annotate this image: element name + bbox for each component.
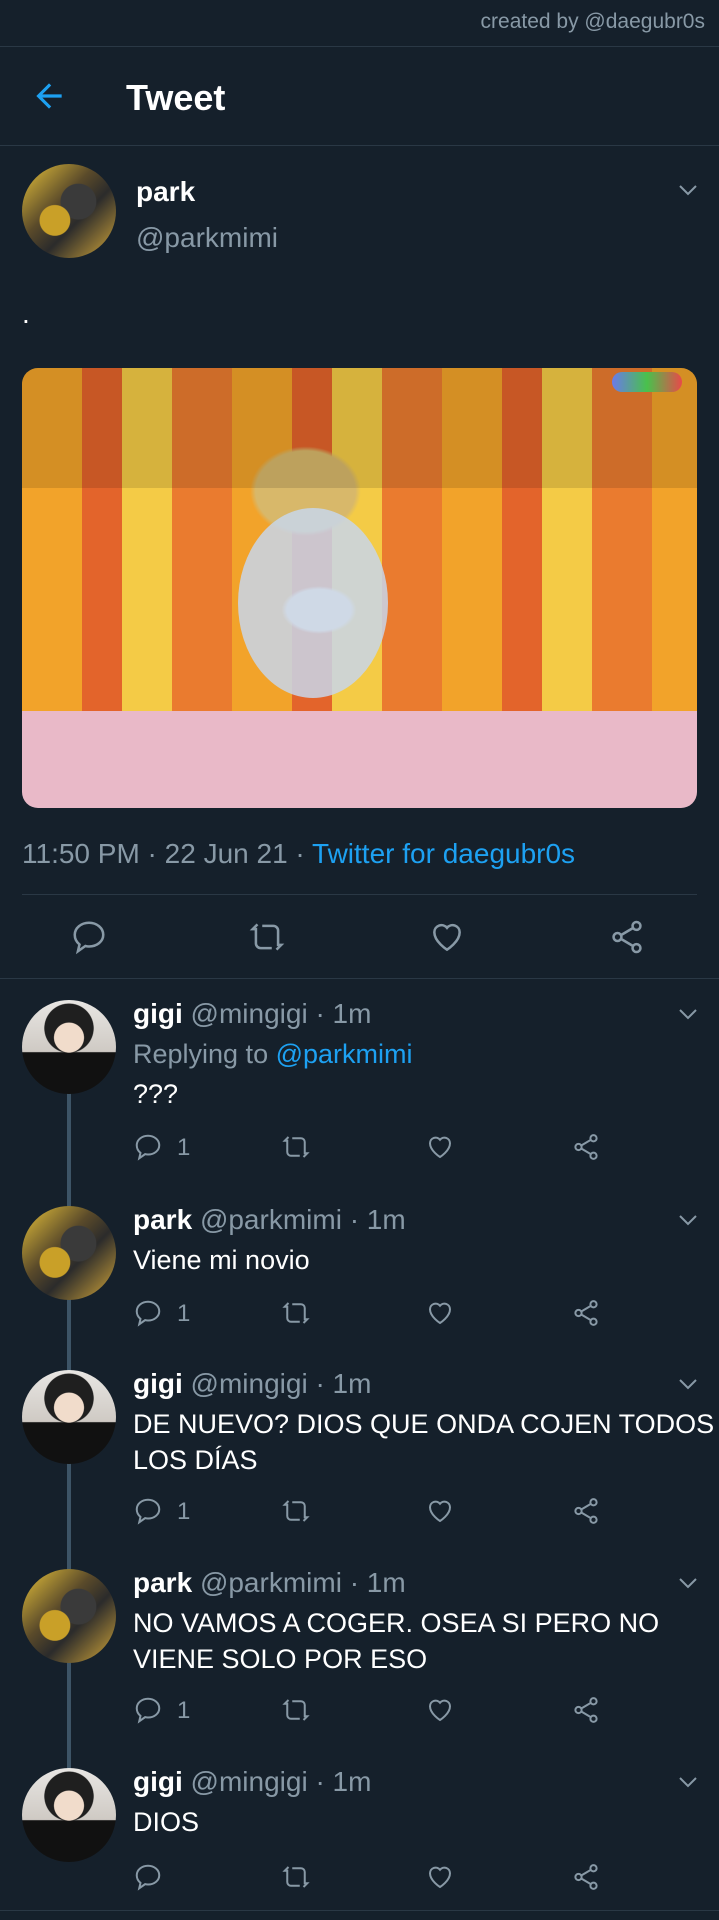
avatar[interactable] — [22, 1370, 116, 1464]
reply-icon[interactable] — [133, 1496, 163, 1526]
reply-header: gigi @mingigi · 1m — [133, 1368, 371, 1400]
reply-item[interactable]: gigi @mingigi · 1m DE NUEVO? DIOS QUE ON… — [0, 1366, 719, 1556]
chevron-down-icon[interactable] — [676, 1208, 700, 1232]
reply-author-handle[interactable]: @parkmimi · 1m — [200, 1567, 406, 1598]
reply-author-name[interactable]: park — [133, 1567, 192, 1598]
like-icon[interactable] — [425, 1862, 455, 1892]
tweet-meta: 11:50 PM · 22 Jun 21 · Twitter for daegu… — [22, 838, 575, 870]
reply-text-line-1: NO VAMOS A COGER. OSEA SI PERO NO — [133, 1608, 660, 1638]
reply-icon[interactable] — [133, 1298, 163, 1328]
retweet-icon[interactable] — [281, 1132, 311, 1162]
reply-text-line-2: VIENE SOLO POR ESO — [133, 1644, 428, 1674]
top-bar: Tweet — [0, 46, 719, 146]
reply-author-name[interactable]: park — [133, 1204, 192, 1235]
reply-icon[interactable] — [133, 1132, 163, 1162]
reply-header: gigi @mingigi · 1m — [133, 998, 371, 1030]
media-figure — [238, 508, 388, 698]
avatar[interactable] — [22, 1768, 116, 1862]
reply-actions: 1 — [133, 1689, 613, 1733]
retweet-icon[interactable] — [248, 918, 286, 956]
share-icon[interactable] — [571, 1695, 601, 1725]
tweet-timestamp: 11:50 PM · 22 Jun 21 · — [22, 838, 313, 869]
reply-text: ??? — [133, 1079, 179, 1109]
reply-actions: 1 — [133, 1490, 613, 1534]
tweet-source-link[interactable]: Twitter for daegubr0s — [312, 838, 575, 869]
reply-actions: 1 — [133, 1292, 613, 1336]
replying-to: Replying to @parkmimi — [133, 1039, 413, 1069]
chevron-down-icon[interactable] — [676, 1571, 700, 1595]
chevron-down-icon[interactable] — [676, 178, 700, 202]
reply-icon[interactable] — [133, 1862, 163, 1892]
tweet-action-bar — [22, 896, 697, 980]
back-arrow-icon[interactable] — [30, 77, 68, 115]
reply-author-handle[interactable]: @mingigi · 1m — [191, 1766, 372, 1797]
reply-count: 1 — [177, 1300, 191, 1327]
reply-header: park @parkmimi · 1m — [133, 1204, 406, 1236]
chevron-down-icon[interactable] — [676, 1770, 700, 1794]
retweet-icon[interactable] — [281, 1695, 311, 1725]
author-name[interactable]: park — [136, 176, 195, 208]
tweet-text: . — [22, 298, 30, 329]
page-title: Tweet — [126, 77, 226, 118]
reply-actions: 1 — [133, 1126, 613, 1170]
avatar[interactable] — [22, 1206, 116, 1300]
avatar[interactable] — [22, 1569, 116, 1663]
chevron-down-icon[interactable] — [676, 1002, 700, 1026]
divider — [0, 1910, 719, 1911]
reply-author-handle[interactable]: @parkmimi · 1m — [200, 1204, 406, 1235]
reply-author-name[interactable]: gigi — [133, 1766, 183, 1797]
reply-header: gigi @mingigi · 1m — [133, 1766, 371, 1798]
reply-item[interactable]: park @parkmimi · 1m NO VAMOS A COGER. OS… — [0, 1565, 719, 1755]
author-handle[interactable]: @parkmimi — [136, 222, 278, 254]
reply-author-handle[interactable]: @mingigi · 1m — [191, 1368, 372, 1399]
reply-text-line-1: DE NUEVO? DIOS QUE ONDA COJEN TODOS — [133, 1409, 715, 1439]
share-icon[interactable] — [571, 1298, 601, 1328]
divider — [22, 894, 697, 895]
like-icon[interactable] — [425, 1132, 455, 1162]
media-logo — [612, 372, 682, 392]
reply-item[interactable]: gigi @mingigi · 1m DIOS — [0, 1764, 719, 1914]
retweet-icon[interactable] — [281, 1298, 311, 1328]
divider — [0, 978, 719, 979]
reply-actions — [133, 1856, 613, 1900]
reply-text: Viene mi novio — [133, 1245, 310, 1275]
share-icon[interactable] — [571, 1132, 601, 1162]
avatar[interactable] — [22, 1000, 116, 1094]
avatar[interactable] — [22, 164, 116, 258]
reply-author-name[interactable]: gigi — [133, 998, 183, 1029]
reply-count: 1 — [177, 1697, 191, 1724]
chevron-down-icon[interactable] — [676, 1372, 700, 1396]
reply-count: 1 — [177, 1134, 191, 1161]
reply-author-handle[interactable]: @mingigi · 1m — [191, 998, 372, 1029]
reply-count: 1 — [177, 1498, 191, 1525]
replying-to-link[interactable]: @parkmimi — [276, 1039, 413, 1069]
like-icon[interactable] — [425, 1298, 455, 1328]
like-icon[interactable] — [428, 918, 466, 956]
reply-author-name[interactable]: gigi — [133, 1368, 183, 1399]
reply-text: DIOS — [133, 1807, 200, 1837]
reply-item[interactable]: gigi @mingigi · 1m Replying to @parkmimi… — [0, 996, 719, 1186]
retweet-icon[interactable] — [281, 1496, 311, 1526]
media-banner — [22, 368, 697, 488]
reply-text-line-2: LOS DÍAS — [133, 1445, 258, 1475]
share-icon[interactable] — [571, 1496, 601, 1526]
share-icon[interactable] — [608, 918, 646, 956]
like-icon[interactable] — [425, 1695, 455, 1725]
reply-icon[interactable] — [133, 1695, 163, 1725]
tweet-media-image[interactable] — [22, 368, 697, 808]
reply-icon[interactable] — [70, 918, 108, 956]
reply-header: park @parkmimi · 1m — [133, 1567, 406, 1599]
reply-item[interactable]: park @parkmimi · 1m Viene mi novio 1 — [0, 1202, 719, 1352]
share-icon[interactable] — [571, 1862, 601, 1892]
creator-credit: created by @daegubr0s — [480, 10, 705, 33]
like-icon[interactable] — [425, 1496, 455, 1526]
retweet-icon[interactable] — [281, 1862, 311, 1892]
